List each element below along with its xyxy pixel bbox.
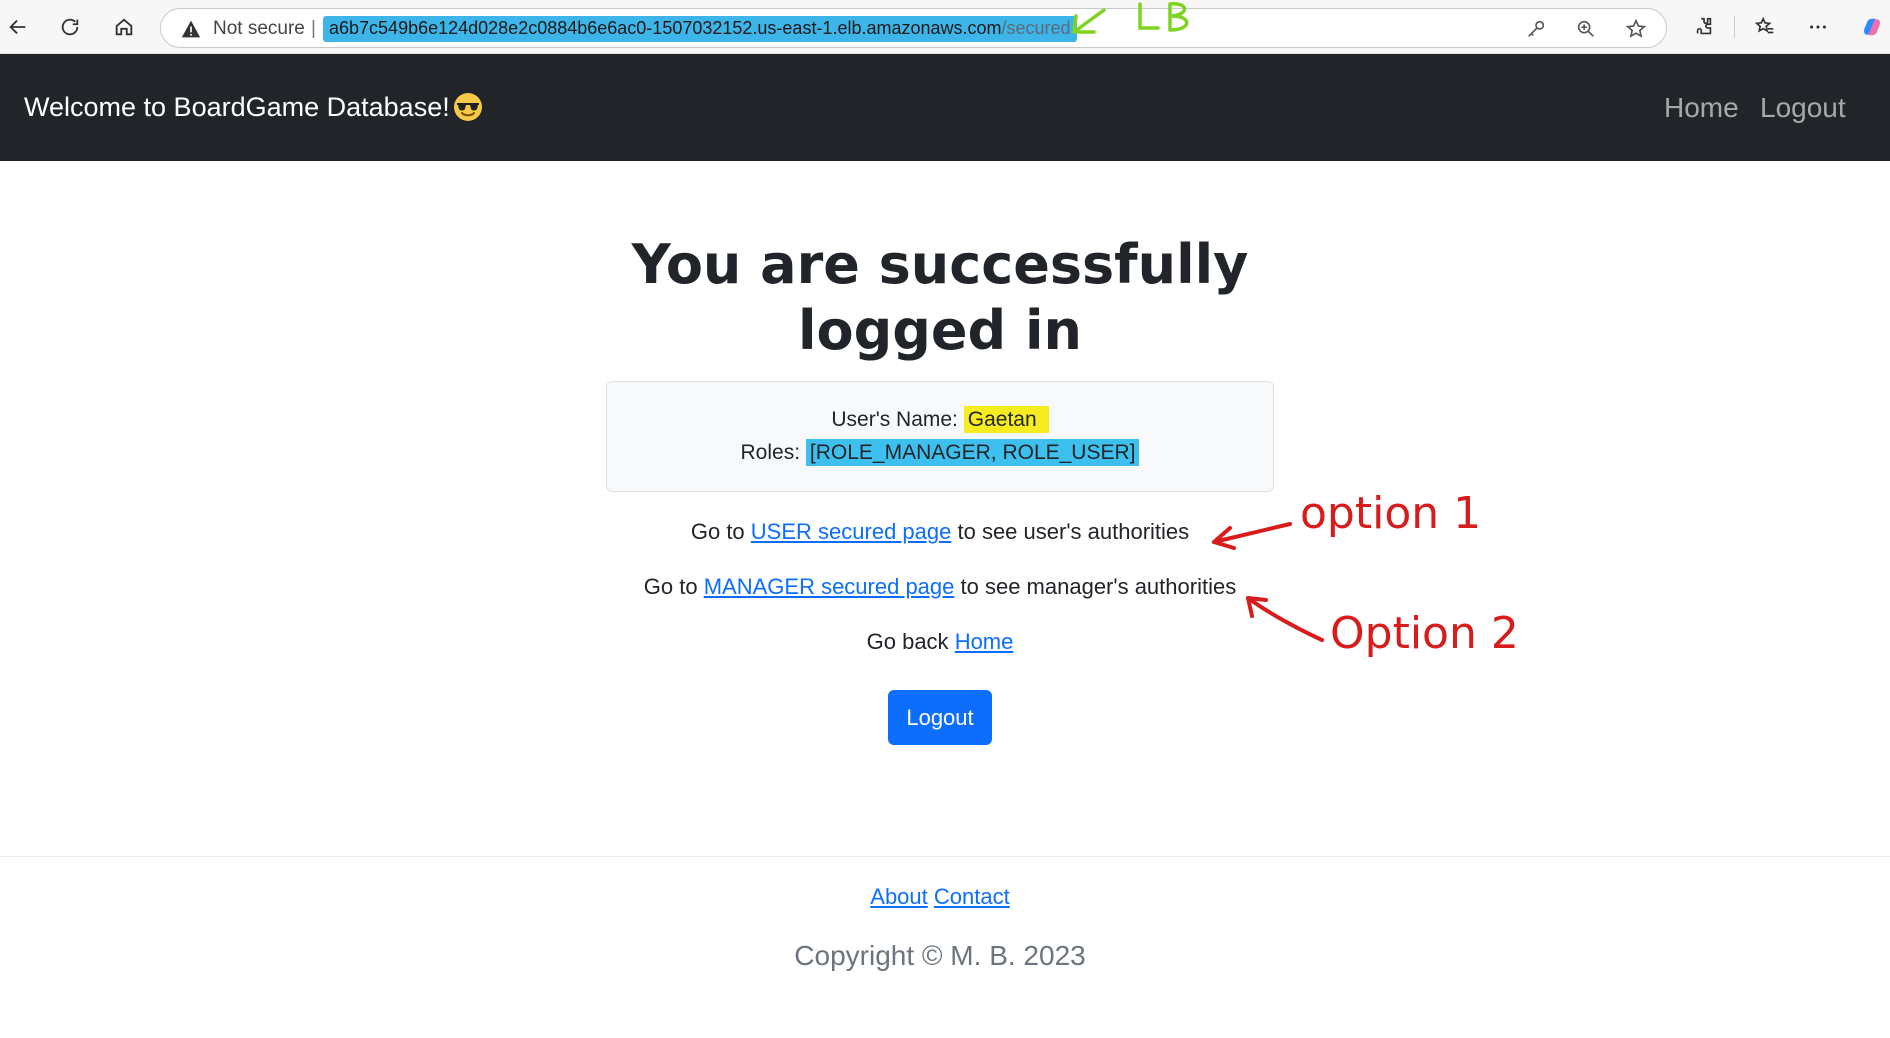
option2-arrow-icon	[1246, 596, 1324, 642]
toolbar-divider	[1734, 16, 1735, 38]
divider: |	[311, 18, 316, 39]
footer-divider	[0, 856, 1890, 857]
user-name-value: Gaetan	[963, 406, 1049, 433]
back-icon[interactable]	[0, 9, 36, 45]
more-icon[interactable]	[1800, 9, 1836, 45]
refresh-icon[interactable]	[52, 9, 88, 45]
sunglasses-emoji-icon	[453, 93, 482, 121]
brand-text: Welcome to BoardGame Database!	[24, 92, 450, 122]
option1-arrow-icon	[1212, 522, 1292, 550]
lb-annotation	[1072, 2, 1189, 34]
manager-page-prefix: Go to	[643, 574, 698, 599]
page-title: You are successfully logged in	[631, 233, 1249, 362]
home-link[interactable]: Home	[955, 629, 1014, 654]
user-page-line: Go to USER secured page to see user's au…	[0, 519, 1880, 545]
extensions-icon[interactable]	[1686, 9, 1722, 45]
favorites-icon[interactable]	[1747, 9, 1783, 45]
nav-home-link[interactable]: Home	[1664, 92, 1739, 124]
url-path: /secured	[1001, 18, 1071, 38]
navbar: Welcome to BoardGame Database! Home Logo…	[0, 54, 1890, 161]
manager-page-suffix: to see manager's authorities	[960, 574, 1237, 599]
manager-page-line: Go to MANAGER secured page to see manage…	[0, 574, 1880, 600]
warning-icon[interactable]	[181, 19, 201, 39]
url-host: a6b7c549b6e124d028e2c0884b6e6ac0-1507032…	[329, 18, 1002, 38]
copyright-text: Copyright © M. B. 2023	[794, 940, 1086, 971]
zoom-icon[interactable]	[1575, 18, 1597, 40]
user-page-suffix: to see user's authorities	[957, 519, 1190, 544]
star-icon[interactable]	[1625, 18, 1647, 40]
url-text[interactable]: a6b7c549b6e124d028e2c0884b6e6ac0-1507032…	[323, 16, 1077, 42]
option1-annotation: option 1	[1300, 488, 1482, 539]
user-name-line: User's Name: Gaetan	[607, 406, 1273, 433]
manager-secured-page-link[interactable]: MANAGER secured page	[704, 574, 955, 599]
nav-logout-link[interactable]: Logout	[1760, 92, 1846, 124]
option2-annotation: Option 2	[1330, 608, 1519, 659]
contact-link[interactable]: Contact	[934, 884, 1010, 909]
roles-line: Roles: [ROLE_MANAGER, ROLE_USER]	[607, 439, 1273, 466]
not-secure-label[interactable]: Not secure	[213, 18, 305, 40]
user-name-label: User's Name:	[831, 408, 958, 431]
about-link[interactable]: About	[870, 884, 928, 909]
go-back-line: Go back Home	[0, 629, 1880, 655]
user-page-prefix: Go to	[690, 519, 745, 544]
home-icon[interactable]	[106, 9, 142, 45]
logout-button[interactable]: Logout	[888, 690, 992, 745]
footer-links: About Contact	[0, 884, 1880, 910]
copilot-icon[interactable]	[1854, 9, 1890, 45]
roles-value: [ROLE_MANAGER, ROLE_USER]	[805, 439, 1140, 466]
key-icon[interactable]	[1525, 18, 1547, 40]
user-secured-page-link[interactable]: USER secured page	[751, 519, 952, 544]
go-back-prefix: Go back	[866, 629, 949, 654]
roles-label: Roles:	[740, 441, 801, 464]
browser-toolbar: Not secure | a6b7c549b6e124d028e2c0884b6…	[0, 0, 1890, 54]
address-bar[interactable]: Not secure | a6b7c549b6e124d028e2c0884b6…	[160, 8, 1667, 48]
user-info-box: User's Name: Gaetan Roles: [ROLE_MANAGER…	[606, 381, 1274, 492]
navbar-brand[interactable]: Welcome to BoardGame Database!	[24, 92, 483, 123]
